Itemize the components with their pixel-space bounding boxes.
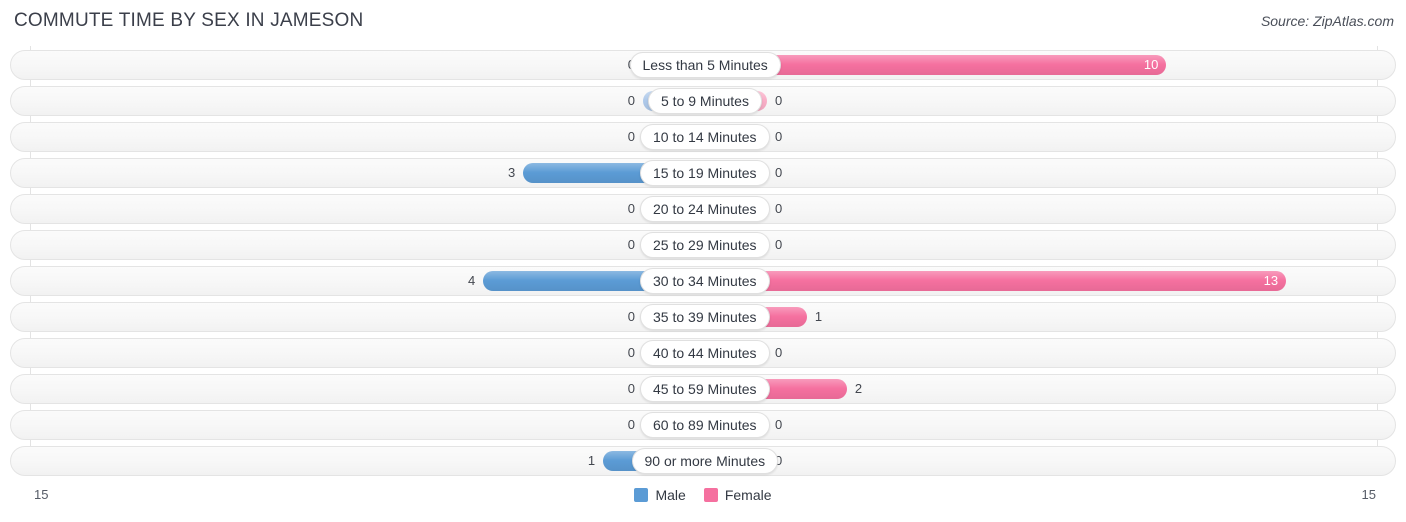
chart-row[interactable]: 1 0 90 or more Minutes bbox=[10, 446, 1396, 476]
chart-row[interactable]: 0 0 40 to 44 Minutes bbox=[10, 338, 1396, 368]
value-label-male: 0 bbox=[627, 381, 635, 396]
row-bars: 0 0 60 to 89 Minutes bbox=[11, 411, 1397, 439]
legend-item-male[interactable]: Male bbox=[634, 487, 686, 503]
row-bars: 0 2 45 to 59 Minutes bbox=[11, 375, 1397, 403]
legend-label-female: Female bbox=[724, 487, 772, 503]
chart-plot-area: 010Less than 5 Minutes005 to 9 Minutes00… bbox=[0, 46, 1406, 480]
chart-row[interactable]: 3 0 15 to 19 Minutes bbox=[10, 158, 1396, 188]
source-attribution: Source: ZipAtlas.com bbox=[1260, 13, 1394, 29]
row-bars: 0 0 10 to 14 Minutes bbox=[11, 123, 1397, 151]
value-label-female: 0 bbox=[775, 345, 783, 360]
chart-row[interactable]: 0 0 20 to 24 Minutes bbox=[10, 194, 1396, 224]
chart-row[interactable]: 0 1 35 to 39 Minutes bbox=[10, 302, 1396, 332]
row-bars: 0 0 20 to 24 Minutes bbox=[11, 195, 1397, 223]
value-label-male: 0 bbox=[627, 417, 635, 432]
category-label-pill: 10 to 14 Minutes bbox=[640, 124, 770, 150]
value-label-female: 0 bbox=[775, 129, 783, 144]
value-label-male: 0 bbox=[627, 345, 635, 360]
row-bars: 0 1 35 to 39 Minutes bbox=[11, 303, 1397, 331]
value-label-male: 0 bbox=[627, 309, 635, 324]
chart-row[interactable]: 0 0 10 to 14 Minutes bbox=[10, 122, 1396, 152]
value-label-female: 13 bbox=[1263, 273, 1279, 288]
chart-row[interactable]: 0 2 45 to 59 Minutes bbox=[10, 374, 1396, 404]
category-label-pill: 25 to 29 Minutes bbox=[640, 232, 770, 258]
row-bars: 3 0 15 to 19 Minutes bbox=[11, 159, 1397, 187]
category-label-pill: 20 to 24 Minutes bbox=[640, 196, 770, 222]
chart-row[interactable]: 010Less than 5 Minutes bbox=[10, 50, 1396, 80]
value-label-male: 0 bbox=[627, 129, 635, 144]
row-bars: 1 0 90 or more Minutes bbox=[11, 447, 1397, 475]
bar-female[interactable] bbox=[705, 271, 1287, 291]
value-label-male: 0 bbox=[627, 237, 635, 252]
chart-row[interactable]: 0 0 5 to 9 Minutes bbox=[10, 86, 1396, 116]
category-label-pill: Less than 5 Minutes bbox=[629, 52, 781, 78]
category-label-pill: 35 to 39 Minutes bbox=[640, 304, 770, 330]
page-title: COMMUTE TIME BY SEX IN JAMESON bbox=[14, 10, 364, 31]
value-label-male: 0 bbox=[627, 93, 635, 108]
category-label-pill: 5 to 9 Minutes bbox=[648, 88, 762, 114]
value-label-female: 10 bbox=[1143, 57, 1159, 72]
category-label-pill: 90 or more Minutes bbox=[631, 448, 779, 474]
chart-footer: 15 15 Male Female bbox=[0, 482, 1406, 522]
value-label-female: 0 bbox=[775, 201, 783, 216]
legend-label-male: Male bbox=[655, 487, 686, 503]
category-label-pill: 30 to 34 Minutes bbox=[640, 268, 770, 294]
value-label-female: 2 bbox=[854, 381, 863, 396]
category-label-pill: 40 to 44 Minutes bbox=[640, 340, 770, 366]
row-bars: 010Less than 5 Minutes bbox=[11, 51, 1397, 79]
value-label-female: 0 bbox=[775, 93, 783, 108]
row-bars: 0 0 25 to 29 Minutes bbox=[11, 231, 1397, 259]
chart-row[interactable]: 0 0 60 to 89 Minutes bbox=[10, 410, 1396, 440]
value-label-female: 0 bbox=[775, 453, 783, 468]
value-label-female: 0 bbox=[775, 165, 783, 180]
value-label-female: 0 bbox=[775, 237, 783, 252]
row-bars: 0 0 5 to 9 Minutes bbox=[11, 87, 1397, 115]
value-label-male: 3 bbox=[507, 165, 516, 180]
category-label-pill: 60 to 89 Minutes bbox=[640, 412, 770, 438]
category-label-pill: 45 to 59 Minutes bbox=[640, 376, 770, 402]
value-label-female: 0 bbox=[775, 417, 783, 432]
category-label-pill: 15 to 19 Minutes bbox=[640, 160, 770, 186]
chart-row[interactable]: 4 13 30 to 34 Minutes bbox=[10, 266, 1396, 296]
row-bars: 4 13 30 to 34 Minutes bbox=[11, 267, 1397, 295]
chart-row[interactable]: 0 0 25 to 29 Minutes bbox=[10, 230, 1396, 260]
legend-swatch-male bbox=[634, 488, 649, 502]
value-label-male: 0 bbox=[627, 201, 635, 216]
chart-header: COMMUTE TIME BY SEX IN JAMESON Source: Z… bbox=[0, 0, 1406, 44]
chart-legend: Male Female bbox=[0, 487, 1406, 503]
legend-swatch-female bbox=[703, 488, 718, 502]
value-label-male: 1 bbox=[587, 453, 596, 468]
value-label-female: 1 bbox=[814, 309, 823, 324]
legend-item-female[interactable]: Female bbox=[703, 487, 772, 503]
row-bars: 0 0 40 to 44 Minutes bbox=[11, 339, 1397, 367]
value-label-male: 4 bbox=[468, 273, 476, 288]
